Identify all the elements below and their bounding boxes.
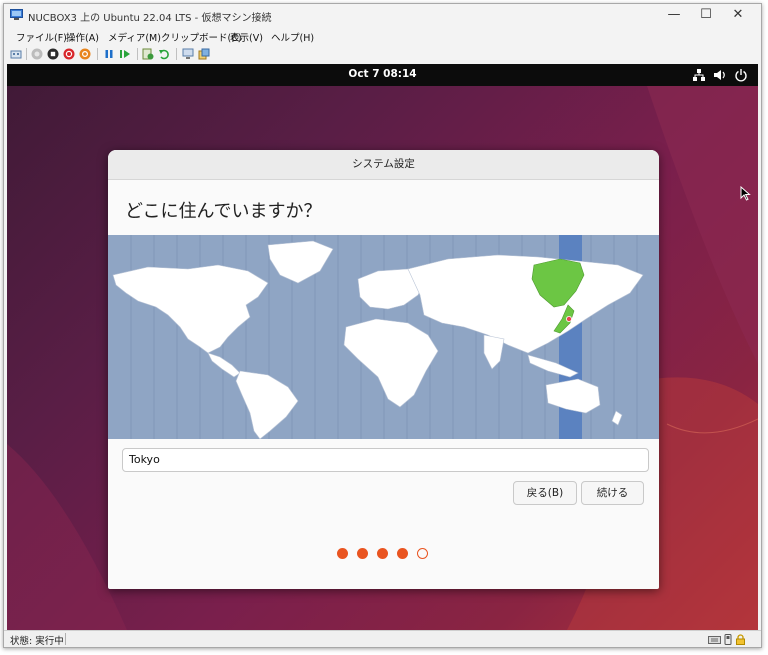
status-text: 状態: 実行中 [10,636,64,647]
minimize-button[interactable]: — [659,6,689,24]
title-bar: NUCBOX3 上の Ubuntu 22.04 LTS - 仮想マシン接続 — … [4,4,761,27]
usb-icon [724,634,732,645]
tokyo-marker [565,316,572,323]
revert-icon[interactable] [158,48,170,60]
back-button[interactable]: 戻る(B) [513,481,577,505]
share-icon[interactable] [198,48,210,60]
timezone-input[interactable]: Tokyo [122,448,649,472]
resume-icon[interactable] [119,48,131,60]
vm-app-icon [10,9,23,20]
maximize-button[interactable]: ☐ [691,6,721,24]
location-question: どこに住んでいますか？ [125,201,322,222]
network-icon[interactable] [692,68,706,82]
turn-off-icon[interactable] [47,48,59,60]
continue-button[interactable]: 続ける [581,481,644,505]
menu-view[interactable]: 表示(V) [230,30,263,44]
progress-dot [337,548,348,559]
pause-icon[interactable] [103,48,115,60]
shutdown-icon[interactable] [63,48,75,60]
ubuntu-top-bar: Oct 7 08:14 [7,64,758,86]
toolbar [4,45,761,63]
window-title: NUCBOX3 上の Ubuntu 22.04 LTS - 仮想マシン接続 [28,13,272,24]
ctrl-alt-del-icon[interactable] [10,48,22,60]
timezone-map[interactable] [108,235,659,439]
checkpoint-icon[interactable] [142,48,154,60]
start-icon[interactable] [31,48,43,60]
menu-file[interactable]: ファイル(F) [16,30,67,44]
menu-bar: ファイル(F) 操作(A) メディア(M) クリップボード(C) 表示(V) ヘ… [4,27,761,45]
progress-dot [377,548,388,559]
clock[interactable]: Oct 7 08:14 [7,68,758,80]
progress-dot [357,548,368,559]
progress-dot-empty [417,548,428,559]
status-divider [65,633,66,645]
dialog-title: システム設定 [108,150,659,180]
installer-dialog: システム設定 どこに住んでいますか？ Tokyo 戻る(B) 続ける [108,150,659,589]
mouse-cursor-icon [740,186,751,201]
keyboard-icon [708,636,721,644]
menu-media[interactable]: メディア(M) [108,30,161,44]
enhanced-session-icon[interactable] [182,48,194,60]
volume-icon[interactable] [713,68,727,82]
status-bar: 状態: 実行中 [4,630,761,647]
power-icon[interactable] [734,68,748,82]
save-state-icon[interactable] [79,48,91,60]
progress-dot [397,548,408,559]
guest-desktop[interactable]: Oct 7 08:14 システム設定 どこに住んでいますか？ Tokyo 戻る(… [7,64,758,630]
lock-icon [736,634,745,645]
menu-action[interactable]: 操作(A) [66,30,99,44]
close-button[interactable]: ✕ [723,6,753,24]
menu-help[interactable]: ヘルプ(H) [271,30,314,44]
vm-connection-window: NUCBOX3 上の Ubuntu 22.04 LTS - 仮想マシン接続 — … [3,3,762,648]
